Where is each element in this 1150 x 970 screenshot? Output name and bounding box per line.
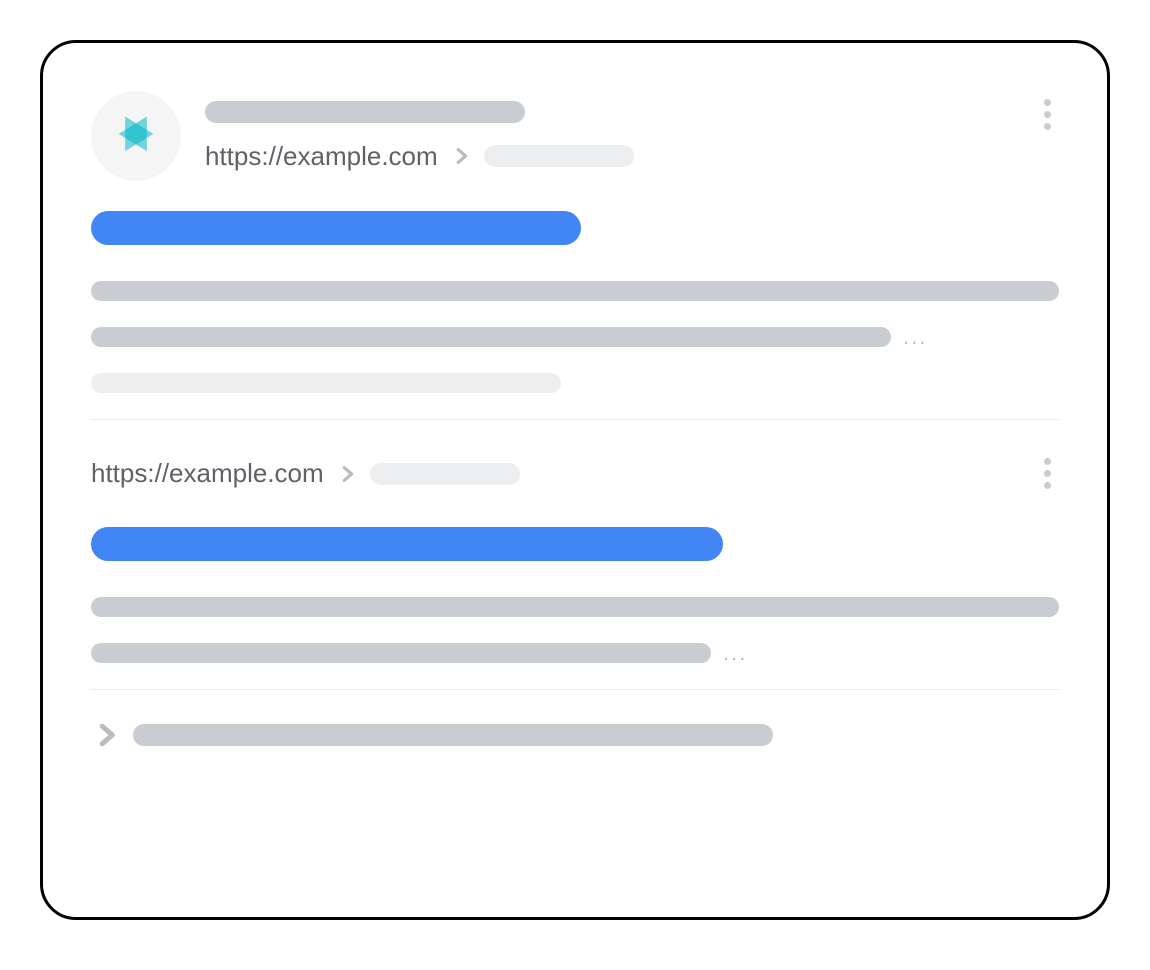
sublink-placeholder: [133, 724, 773, 746]
result-header: https://example.com: [91, 91, 1059, 181]
breadcrumb[interactable]: https://example.com: [205, 141, 1012, 172]
divider: [91, 689, 1059, 690]
chevron-right-icon: [336, 463, 358, 485]
breadcrumb[interactable]: https://example.com: [91, 458, 520, 489]
result-title-link[interactable]: [91, 211, 581, 245]
result-description-line: [91, 373, 561, 393]
divider: [91, 419, 1059, 420]
site-name-placeholder: [205, 101, 525, 123]
chevron-right-icon: [450, 145, 472, 167]
result-title-link[interactable]: [91, 527, 723, 561]
result-description-line: [91, 327, 891, 347]
ellipsis: ...: [903, 332, 927, 342]
result-header-text: https://example.com: [205, 101, 1012, 172]
chevron-right-icon: [91, 720, 121, 750]
result-description-line: [91, 281, 1059, 301]
play-star-icon: [110, 110, 162, 162]
sublink-row[interactable]: [91, 720, 1059, 750]
search-result-card: https://example.com ... https://example.…: [40, 40, 1110, 920]
result-url: https://example.com: [91, 458, 324, 489]
result-header: https://example.com: [91, 450, 1059, 497]
more-options-button[interactable]: [1036, 91, 1059, 138]
breadcrumb-tail-placeholder: [484, 145, 634, 167]
more-options-button[interactable]: [1036, 450, 1059, 497]
result-description-line: [91, 597, 1059, 617]
ellipsis: ...: [723, 648, 747, 658]
breadcrumb-tail-placeholder: [370, 463, 520, 485]
site-favicon: [91, 91, 181, 181]
result-url: https://example.com: [205, 141, 438, 172]
result-description-line: [91, 643, 711, 663]
